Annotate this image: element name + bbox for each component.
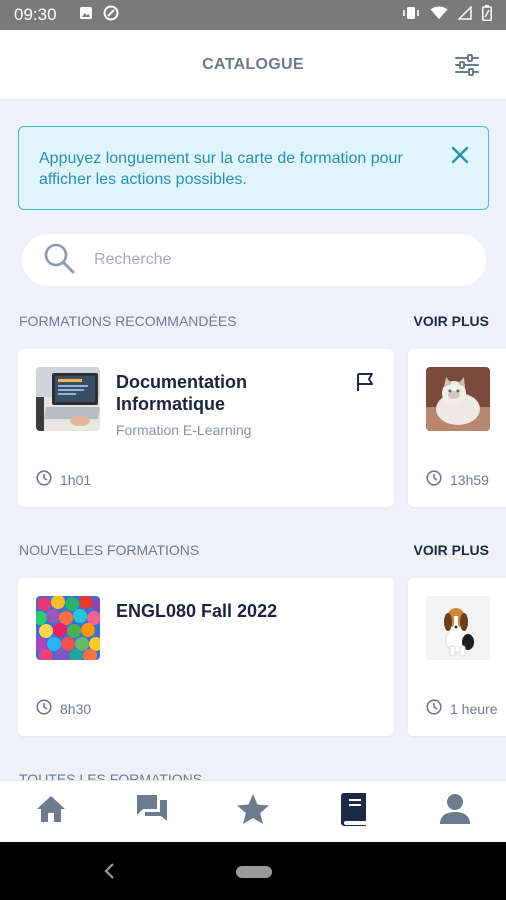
clock-icon bbox=[426, 470, 442, 489]
search-bar[interactable] bbox=[22, 234, 486, 286]
course-card[interactable]: Documentation Informatique Formation E-L… bbox=[18, 349, 394, 507]
section-label: NOUVELLES FORMATIONS bbox=[19, 542, 200, 558]
status-bar: 09:30 bbox=[0, 0, 506, 30]
status-time: 09:30 bbox=[14, 5, 57, 24]
section-recommended-header: FORMATIONS RECOMMANDÉES VOIR PLUS bbox=[19, 313, 489, 329]
nav-home[interactable] bbox=[31, 792, 71, 832]
course-thumbnail-dog bbox=[426, 596, 490, 660]
nav-messages[interactable] bbox=[132, 792, 172, 832]
see-more-link[interactable]: VOIR PLUS bbox=[414, 542, 489, 558]
flag-icon[interactable] bbox=[354, 371, 376, 398]
nav-favorites[interactable] bbox=[233, 792, 273, 832]
course-type: Formation E-Learning bbox=[116, 422, 252, 438]
photo-notification-icon bbox=[79, 6, 93, 25]
close-icon[interactable] bbox=[450, 145, 470, 165]
data-saver-icon bbox=[103, 5, 119, 26]
section-new-header: NOUVELLES FORMATIONS VOIR PLUS bbox=[19, 542, 489, 558]
duration-text: 1 heure bbox=[450, 700, 498, 717]
course-duration: 1h01 bbox=[36, 470, 91, 489]
course-thumbnail-balloons bbox=[36, 596, 100, 660]
wifi-icon bbox=[430, 6, 448, 25]
clock-icon bbox=[36, 470, 52, 489]
app-header: CATALOGUE bbox=[0, 30, 506, 100]
course-card[interactable]: 13h59 bbox=[408, 349, 506, 507]
info-banner: Appuyez longuement sur la carte de forma… bbox=[18, 126, 489, 210]
course-duration: 1 heure bbox=[426, 699, 497, 718]
page-title: CATALOGUE bbox=[202, 55, 304, 73]
clock-icon bbox=[36, 699, 52, 718]
search-input[interactable] bbox=[94, 251, 434, 269]
vibrate-icon bbox=[402, 6, 420, 25]
duration-text: 1h01 bbox=[60, 471, 92, 488]
home-icon bbox=[35, 794, 67, 829]
clock-icon bbox=[426, 699, 442, 718]
home-pill-button[interactable] bbox=[236, 866, 272, 878]
nav-catalogue[interactable] bbox=[334, 792, 374, 832]
battery-icon bbox=[482, 4, 492, 26]
section-label: FORMATIONS RECOMMANDÉES bbox=[19, 313, 237, 329]
book-icon bbox=[340, 792, 368, 831]
course-thumbnail-cat bbox=[426, 367, 490, 431]
nav-profile[interactable] bbox=[435, 792, 475, 832]
course-card[interactable]: 1 heure bbox=[408, 578, 506, 736]
star-icon bbox=[236, 793, 270, 830]
filter-icon[interactable] bbox=[454, 52, 480, 78]
course-title: ENGL080 Fall 2022 bbox=[116, 601, 278, 621]
course-thumbnail-laptop bbox=[36, 367, 100, 431]
course-card[interactable]: ENGL080 Fall 2022 8h30 bbox=[18, 578, 394, 736]
back-icon[interactable] bbox=[102, 862, 118, 885]
course-title: Documentation Informatique bbox=[116, 372, 248, 414]
duration-text: 8h30 bbox=[60, 700, 92, 717]
banner-text: Appuyez longuement sur la carte de forma… bbox=[39, 150, 403, 188]
search-icon bbox=[42, 241, 76, 280]
duration-text: 13h59 bbox=[450, 471, 489, 488]
system-navigation-bar bbox=[0, 842, 506, 900]
user-icon bbox=[439, 793, 471, 830]
bottom-navigation bbox=[0, 780, 506, 842]
see-more-link[interactable]: VOIR PLUS bbox=[414, 313, 489, 329]
course-duration: 8h30 bbox=[36, 699, 91, 718]
course-duration: 13h59 bbox=[426, 470, 489, 489]
signal-icon bbox=[457, 4, 472, 25]
chat-icon bbox=[135, 793, 169, 830]
